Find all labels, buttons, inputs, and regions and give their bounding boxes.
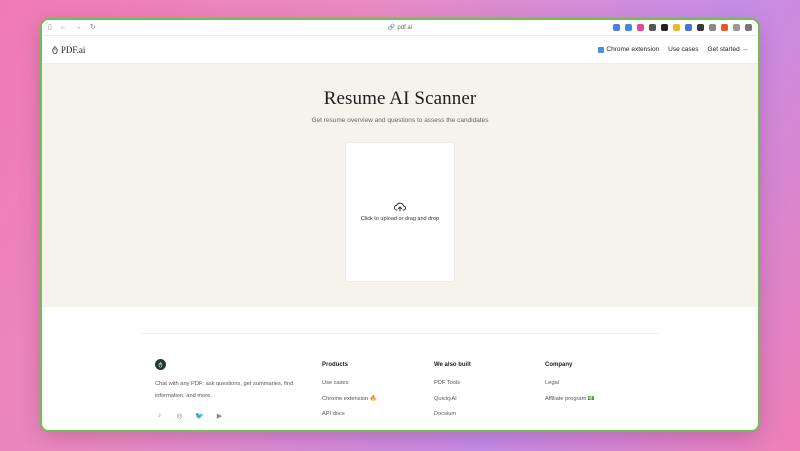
pdfai-logo-icon: ტ <box>52 44 58 54</box>
browser-extension-icon[interactable] <box>649 24 656 31</box>
cloud-upload-icon <box>394 202 406 212</box>
browser-extension-icon[interactable] <box>661 24 668 31</box>
footer-products-column: Products Use cases Chrome extension 🔥 AP… <box>322 362 377 427</box>
upload-instructions: Click to upload or drag and drop <box>360 216 440 222</box>
browser-extension-icon[interactable] <box>637 24 644 31</box>
logo[interactable]: ტ PDF.ai <box>52 44 85 55</box>
footer-divider <box>142 333 658 334</box>
top-nav: Chrome extension Use cases Get started → <box>598 46 748 53</box>
address-bar-url: pdf.ai <box>397 24 413 31</box>
extensions-bar <box>613 24 752 31</box>
social-links: ♪ ◎ 🐦 ▶ <box>155 412 305 420</box>
footer-description: Chat with any PDF: ask questions, get su… <box>155 381 294 399</box>
browser-extension-icon[interactable] <box>745 24 752 31</box>
footer-link-legal[interactable]: Legal <box>545 380 595 386</box>
footer-products-heading: Products <box>322 362 349 368</box>
footer-link-docsium[interactable]: Docsium <box>434 411 471 417</box>
browser-extension-icon[interactable] <box>709 24 716 31</box>
site-header: ტ PDF.ai Chrome extension Use cases Get … <box>42 36 758 64</box>
browser-extension-icon[interactable] <box>697 24 704 31</box>
back-arrow-icon[interactable]: ← <box>60 20 67 36</box>
footer-also-built-heading: We also built <box>434 362 471 368</box>
address-bar[interactable]: 🔗 pdf.ai <box>387 24 413 32</box>
forward-arrow-icon[interactable]: → <box>75 20 82 36</box>
twitter-icon[interactable]: 🐦 <box>195 412 204 420</box>
footer-link-api-docs[interactable]: API docs <box>322 411 377 417</box>
youtube-icon[interactable]: ▶ <box>215 412 224 420</box>
browser-extension-icon[interactable] <box>673 24 680 31</box>
footer-company-column: Company Legal Affiliate program 💵 <box>545 362 595 411</box>
logo-text: PDF.ai <box>60 44 86 55</box>
page-subtitle: Get resume overview and questions to ass… <box>311 117 489 124</box>
browser-window: ▯ ← → ↻ 🔗 pdf.ai ტ PDF.ai Chrome extensi… <box>42 20 758 430</box>
hero-section: Resume AI Scanner Get resume overview an… <box>42 64 758 307</box>
browser-toolbar: ▯ ← → ↻ 🔗 pdf.ai <box>42 20 758 36</box>
footer-also-built-column: We also built PDF Tools QuickyAI Docsium <box>434 362 471 427</box>
reload-icon[interactable]: ↻ <box>90 20 96 36</box>
footer-company-heading: Company <box>545 362 573 368</box>
tiktok-icon[interactable]: ♪ <box>155 412 164 420</box>
footer-link-affiliate[interactable]: Affiliate program 💵 <box>545 396 595 402</box>
footer-link-pdf-tools[interactable]: PDF Tools <box>434 380 471 386</box>
browser-extension-icon[interactable] <box>733 24 740 31</box>
sidebar-icon[interactable]: ▯ <box>48 20 52 36</box>
footer-brand: ტ Chat with any PDF: ask questions, get … <box>155 359 305 420</box>
browser-extension-icon[interactable] <box>625 24 632 31</box>
browser-extension-icon[interactable] <box>613 24 620 31</box>
footer-logo-icon[interactable]: ტ <box>155 359 166 370</box>
page-title: Resume AI Scanner <box>323 88 477 109</box>
browser-extension-icon[interactable] <box>685 24 692 31</box>
footer-link-quickyai[interactable]: QuickyAI <box>434 396 471 402</box>
footer-link-use-cases[interactable]: Use cases <box>322 380 377 386</box>
chrome-extension-link[interactable]: Chrome extension <box>598 46 659 53</box>
use-cases-link[interactable]: Use cases <box>668 46 698 53</box>
chrome-extension-icon <box>598 46 605 53</box>
link-icon: 🔗 <box>387 25 396 31</box>
instagram-icon[interactable]: ◎ <box>175 412 184 420</box>
upload-dropzone[interactable]: Click to upload or drag and drop <box>345 142 455 282</box>
footer-link-chrome-extension[interactable]: Chrome extension 🔥 <box>322 396 377 402</box>
chrome-extension-label: Chrome extension <box>606 46 660 53</box>
site-footer: ტ Chat with any PDF: ask questions, get … <box>42 307 758 430</box>
get-started-link[interactable]: Get started → <box>708 46 748 53</box>
browser-extension-icon[interactable] <box>721 24 728 31</box>
